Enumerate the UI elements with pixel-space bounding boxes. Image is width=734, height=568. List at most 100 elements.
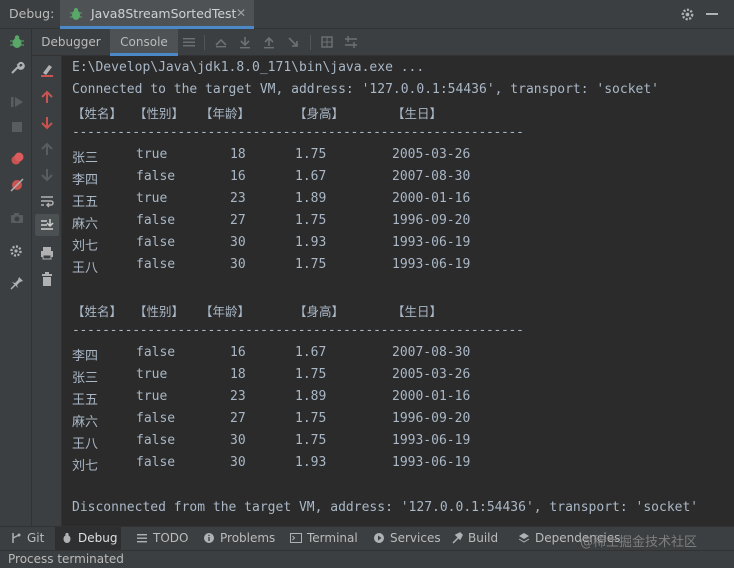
cell-birthday: 1993-06-19 <box>392 455 471 470</box>
clear-all-icon[interactable] <box>39 62 55 78</box>
down-arrow-disabled-icon[interactable] <box>39 167 55 183</box>
tool-tab-terminal[interactable]: Terminal <box>290 527 358 550</box>
camera-icon[interactable] <box>9 210 25 226</box>
status-bar: Process terminated <box>0 550 734 568</box>
session-tab[interactable]: Java8StreamSortedTest ✕ <box>60 0 254 29</box>
stop-icon[interactable] <box>9 119 25 135</box>
column-header-gender: 【性别】 <box>134 304 185 319</box>
cell-age: 23 <box>230 191 246 206</box>
cell-age: 30 <box>230 455 246 470</box>
tab-console-label: Console <box>120 35 168 49</box>
cell-gender: true <box>136 147 168 162</box>
bug-icon <box>63 532 71 543</box>
gear-icon[interactable] <box>680 7 695 22</box>
cell-birthday: 2007-08-30 <box>392 345 471 360</box>
tab-debugger[interactable]: Debugger <box>32 29 110 56</box>
print-icon[interactable] <box>39 245 55 261</box>
step-out-icon[interactable] <box>286 35 300 49</box>
wrench-icon[interactable] <box>9 60 25 76</box>
column-header-age: 【年龄】 <box>200 304 251 319</box>
cell-age: 30 <box>230 257 246 272</box>
cell-age: 16 <box>230 345 246 360</box>
cell-birthday: 2005-03-26 <box>392 147 471 162</box>
tool-tab-todo[interactable]: TODO <box>136 527 188 550</box>
tool-tab-build[interactable]: Build <box>451 527 498 550</box>
trash-icon[interactable] <box>39 271 55 287</box>
cell-name: 王五 <box>72 195 99 210</box>
cell-height: 1.89 <box>295 191 327 206</box>
step-over-icon[interactable] <box>238 35 252 49</box>
cell-name: 麻六 <box>72 415 99 430</box>
info-icon <box>204 533 214 543</box>
tab-console[interactable]: Console <box>110 29 178 56</box>
cell-name: 王八 <box>72 261 99 276</box>
cell-age: 23 <box>230 389 246 404</box>
soft-wrap-icon[interactable] <box>39 193 55 209</box>
tool-tab-git[interactable]: Git <box>10 527 44 550</box>
tool-tab-terminal-label: Terminal <box>307 531 358 545</box>
git-branch-icon <box>12 533 21 543</box>
up-arrow-disabled-icon[interactable] <box>39 141 55 157</box>
cell-gender: false <box>136 455 176 470</box>
cell-age: 16 <box>230 169 246 184</box>
menu-icon[interactable] <box>182 35 196 49</box>
cell-name: 麻六 <box>72 217 99 232</box>
cell-gender: false <box>136 213 176 228</box>
cell-height: 1.67 <box>295 345 327 360</box>
debug-tab-bar: Debugger Console <box>32 29 734 56</box>
view-breakpoints-icon[interactable] <box>9 151 25 167</box>
resume-icon[interactable] <box>9 94 25 110</box>
scroll-to-end-button[interactable] <box>35 214 59 236</box>
trace-icon[interactable] <box>344 35 358 49</box>
cell-name: 张三 <box>72 151 99 166</box>
cell-gender: false <box>136 433 176 448</box>
settings-icon[interactable] <box>9 243 25 259</box>
close-icon[interactable]: ✕ <box>236 6 246 20</box>
separator-line: ----------------------------------------… <box>72 125 524 140</box>
cell-height: 1.67 <box>295 169 327 184</box>
up-arrow-icon[interactable] <box>39 89 55 105</box>
toolbar-separator <box>204 35 205 50</box>
evaluate-expression-icon[interactable] <box>320 35 334 49</box>
cell-birthday: 2007-08-30 <box>392 169 471 184</box>
down-arrow-icon[interactable] <box>39 115 55 131</box>
cell-name: 刘七 <box>72 459 99 474</box>
cell-name: 王八 <box>72 437 99 452</box>
mute-breakpoints-icon[interactable] <box>9 177 25 193</box>
cell-height: 1.75 <box>295 411 327 426</box>
show-execution-point-icon[interactable] <box>214 35 228 49</box>
step-into-icon[interactable] <box>262 35 276 49</box>
tool-tab-debug[interactable]: Debug <box>55 527 121 550</box>
cell-name: 李四 <box>72 349 99 364</box>
session-tab-title: Java8StreamSortedTest <box>91 6 237 21</box>
pin-icon[interactable] <box>9 275 25 291</box>
cell-birthday: 1996-09-20 <box>392 411 471 426</box>
scroll-to-end-icon <box>41 219 54 230</box>
cell-height: 1.75 <box>295 213 327 228</box>
debug-actions-strip <box>0 29 32 526</box>
cell-birthday: 2000-01-16 <box>392 389 471 404</box>
cell-birthday: 1993-06-19 <box>392 257 471 272</box>
terminal-icon <box>290 533 302 543</box>
column-header-birthday: 【生日】 <box>392 106 443 121</box>
toolbar-separator <box>310 35 311 50</box>
console-connected-line: Connected to the target VM, address: '12… <box>72 82 659 97</box>
cell-gender: true <box>136 191 168 206</box>
cell-height: 1.89 <box>295 389 327 404</box>
tool-tab-services[interactable]: Services <box>373 527 441 550</box>
console-output[interactable]: E:\Develop\Java\jdk1.8.0_171\bin\java.ex… <box>62 56 734 526</box>
cell-height: 1.93 <box>295 455 327 470</box>
column-header-gender: 【性别】 <box>134 106 185 121</box>
cell-gender: false <box>136 411 176 426</box>
list-icon <box>137 534 147 543</box>
console-side-toolbar <box>32 56 62 526</box>
column-header-birthday: 【生日】 <box>392 304 443 319</box>
separator-line: ----------------------------------------… <box>72 323 524 338</box>
minimize-icon[interactable] <box>706 13 718 15</box>
rerun-debug-icon[interactable] <box>9 34 25 50</box>
tool-tab-services-label: Services <box>390 531 441 545</box>
layers-icon <box>518 533 530 543</box>
debug-title-bar: Debug: Java8StreamSortedTest ✕ <box>0 0 734 29</box>
tool-tab-problems[interactable]: Problems <box>203 527 275 550</box>
cell-age: 27 <box>230 213 246 228</box>
